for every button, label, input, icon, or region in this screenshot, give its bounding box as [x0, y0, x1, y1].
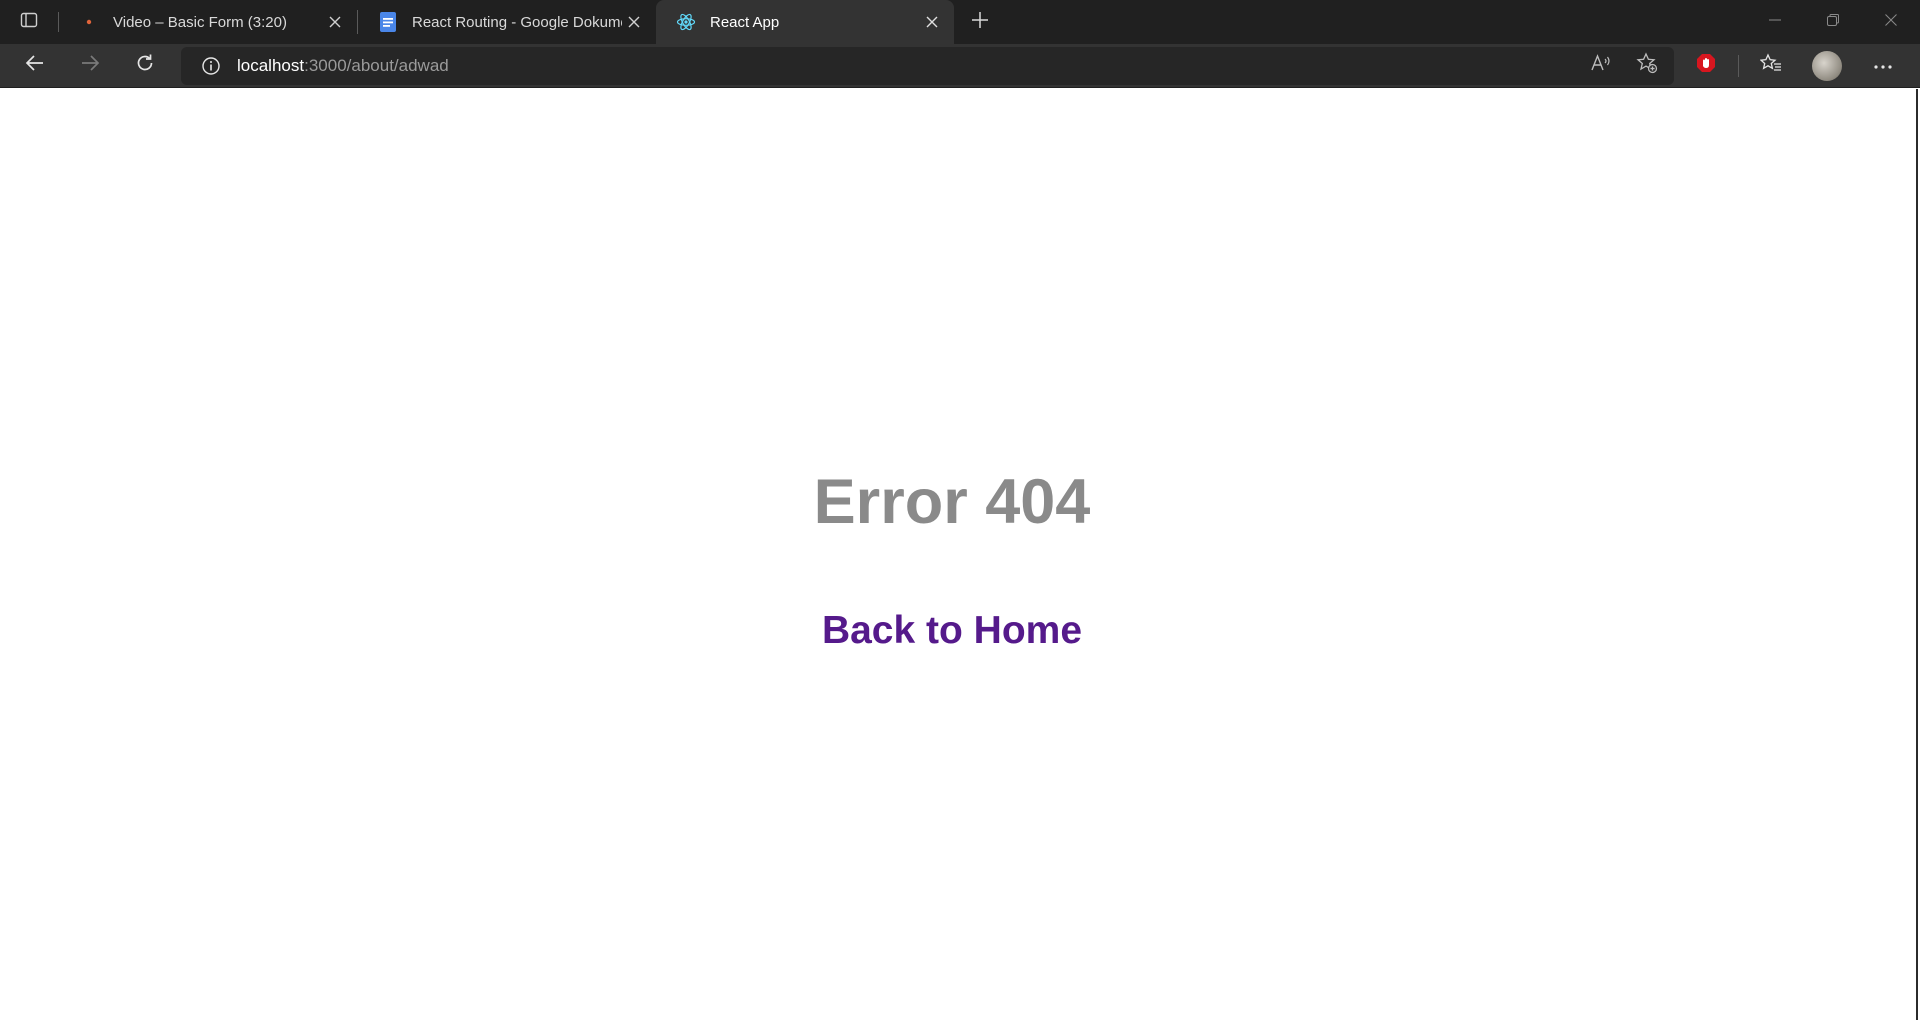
dot-icon — [79, 12, 99, 32]
reload-icon — [135, 53, 155, 78]
tab-title: Video – Basic Form (3:20) — [113, 13, 287, 31]
plus-icon — [971, 11, 989, 34]
favorites-button[interactable] — [1749, 48, 1793, 84]
close-icon — [1885, 13, 1897, 31]
tab-react-app[interactable]: React App — [656, 0, 954, 44]
close-icon[interactable] — [323, 10, 347, 34]
arrow-left-icon — [25, 53, 45, 78]
read-aloud-button[interactable] — [1578, 48, 1624, 84]
arrow-right-icon — [80, 53, 100, 78]
adblock-hand-icon — [1695, 52, 1717, 79]
new-tab-button[interactable] — [958, 0, 1002, 44]
tab-actions-button[interactable] — [0, 0, 58, 44]
tab-actions-icon — [20, 11, 38, 34]
read-aloud-icon — [1590, 53, 1612, 78]
more-icon — [1873, 57, 1893, 75]
info-icon[interactable] — [199, 54, 223, 78]
settings-more-button[interactable] — [1861, 48, 1905, 84]
tab-react-routing-doc[interactable]: React Routing - Google Dokume — [358, 0, 656, 44]
add-favorite-button[interactable] — [1624, 48, 1670, 84]
close-window-button[interactable] — [1862, 0, 1920, 44]
restore-button[interactable] — [1804, 0, 1862, 44]
profile-button[interactable] — [1805, 48, 1849, 84]
close-icon[interactable] — [622, 10, 646, 34]
address-bar[interactable]: localhost:3000/about/adwad — [181, 46, 1674, 85]
window-controls — [1746, 0, 1920, 44]
tab-title: React Routing - Google Dokume — [412, 13, 622, 31]
forward-button[interactable] — [68, 48, 112, 84]
toolbar: localhost:3000/about/adwad — [0, 44, 1920, 88]
react-icon — [676, 12, 696, 32]
reload-button[interactable] — [123, 48, 167, 84]
avatar — [1812, 50, 1842, 81]
back-to-home-link[interactable]: Back to Home — [0, 609, 1904, 653]
google-docs-icon — [378, 12, 398, 32]
toolbar-right — [1684, 48, 1905, 84]
back-button[interactable] — [13, 48, 57, 84]
tab-strip: Video – Basic Form (3:20) React Routing … — [0, 0, 1920, 44]
tab-title: React App — [710, 13, 780, 31]
address-bar-actions — [1578, 48, 1674, 84]
restore-icon — [1827, 13, 1839, 31]
tab-video-basic-form[interactable]: Video – Basic Form (3:20) — [59, 0, 357, 44]
close-icon[interactable] — [920, 10, 944, 34]
favorites-icon — [1759, 53, 1782, 78]
url-host: localhost — [237, 55, 305, 75]
minimize-button[interactable] — [1746, 0, 1804, 44]
page-content: Error 404 Back to Home — [0, 89, 1918, 1020]
browser-window: Video – Basic Form (3:20) React Routing … — [0, 0, 1920, 1020]
minimize-icon — [1769, 13, 1781, 31]
url-path: :3000/about/adwad — [304, 55, 449, 75]
toolbar-separator — [1738, 54, 1739, 77]
url-text[interactable]: localhost:3000/about/adwad — [237, 56, 449, 76]
star-add-icon — [1636, 52, 1658, 79]
extension-button[interactable] — [1684, 48, 1728, 84]
error-title: Error 404 — [813, 467, 1091, 537]
